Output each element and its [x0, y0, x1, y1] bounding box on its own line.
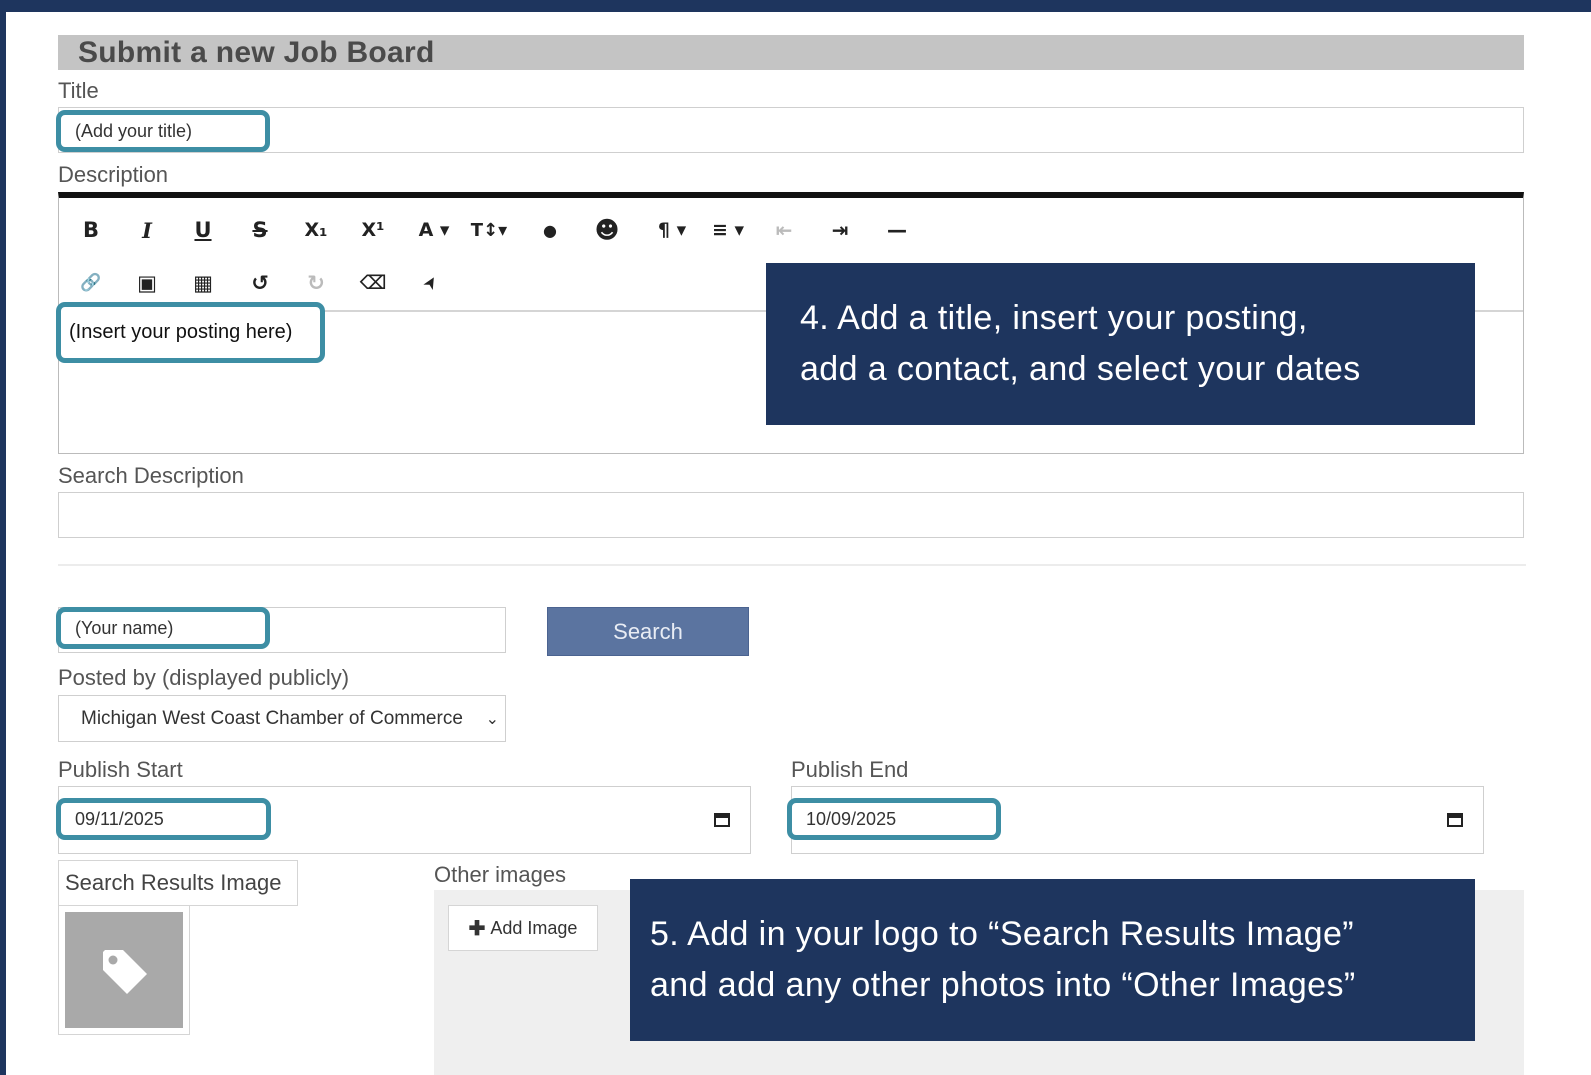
search-description-label: Search Description: [58, 463, 244, 488]
link-icon[interactable]: 🔗: [71, 263, 111, 303]
subscript-icon[interactable]: X₁: [296, 210, 336, 250]
paragraph-icon[interactable]: ¶ ▾: [649, 210, 695, 250]
title-input[interactable]: [58, 107, 1524, 153]
indent-icon[interactable]: ⇥: [820, 210, 860, 250]
callout-step-4-line-1: 4. Add a title, insert your posting,: [800, 299, 1308, 337]
publish-end-value[interactable]: 10/09/2025: [787, 798, 1001, 840]
page-title: Submit a new Job Board: [58, 35, 1524, 70]
description-input-value[interactable]: (Insert your posting here): [56, 302, 325, 363]
redo-icon[interactable]: ↻: [296, 263, 336, 303]
table-icon[interactable]: ▦: [183, 263, 223, 303]
callout-step-4-line-2: add a contact, and select your dates: [800, 350, 1361, 388]
callout-step-4: 4. Add a title, insert your posting, add…: [766, 263, 1475, 425]
tag-icon: [103, 950, 147, 994]
posted-by-value: Michigan West Coast Chamber of Commerce: [81, 707, 463, 729]
horizontal-rule-icon[interactable]: —: [877, 210, 917, 250]
contact-input-value[interactable]: (Your name): [56, 607, 270, 649]
search-results-image-box[interactable]: [58, 905, 190, 1035]
publish-start-value[interactable]: 09/11/2025: [56, 798, 271, 840]
chevron-down-icon: ⌄: [485, 711, 499, 728]
calendar-icon[interactable]: [1447, 812, 1463, 827]
outdent-icon[interactable]: ⇤: [764, 210, 804, 250]
color-drop-icon[interactable]: ●: [530, 210, 570, 250]
add-image-button[interactable]: ✚ Add Image: [448, 905, 598, 951]
search-button[interactable]: Search: [547, 607, 749, 656]
callout-step-5: 5. Add in your logo to “Search Results I…: [630, 879, 1475, 1041]
publish-start-label: Publish Start: [58, 757, 183, 782]
publish-end-label: Publish End: [791, 757, 909, 782]
section-divider: [58, 564, 1526, 566]
strikethrough-icon[interactable]: S: [240, 210, 280, 250]
search-results-image-tab[interactable]: Search Results Image: [58, 860, 298, 906]
underline-icon[interactable]: U: [183, 210, 223, 250]
align-icon[interactable]: ≡ ▾: [705, 210, 751, 250]
image-icon[interactable]: ▣: [127, 263, 167, 303]
bold-icon[interactable]: B: [71, 210, 111, 250]
description-label: Description: [58, 162, 169, 187]
font-color-icon[interactable]: A ▾: [411, 210, 457, 250]
callout-step-5-line-1: 5. Add in your logo to “Search Results I…: [650, 915, 1355, 953]
search-description-input[interactable]: [58, 492, 1524, 538]
title-label: Title: [58, 78, 99, 103]
other-images-label: Other images: [434, 862, 567, 887]
undo-icon[interactable]: ↺: [240, 263, 280, 303]
italic-icon[interactable]: I: [127, 210, 167, 250]
font-size-icon[interactable]: T↕▾: [466, 210, 512, 250]
posted-by-select[interactable]: Michigan West Coast Chamber of Commerce …: [58, 695, 506, 742]
image-placeholder[interactable]: [65, 912, 183, 1028]
calendar-icon[interactable]: [714, 812, 730, 827]
title-input-value[interactable]: (Add your title): [56, 110, 270, 152]
pointer-icon[interactable]: ➤: [404, 256, 459, 311]
superscript-icon[interactable]: X¹: [353, 210, 393, 250]
callout-step-5-line-2: and add any other photos into “Other Ima…: [650, 966, 1356, 1004]
posted-by-label: Posted by (displayed publicly): [58, 665, 350, 690]
emoji-icon[interactable]: ☻: [587, 210, 627, 250]
eraser-icon[interactable]: ⌫: [353, 263, 393, 303]
plus-icon: ✚: [468, 917, 486, 940]
form-panel: Submit a new Job Board Title (Add your t…: [6, 12, 1591, 1075]
add-image-label: Add Image: [490, 917, 578, 938]
